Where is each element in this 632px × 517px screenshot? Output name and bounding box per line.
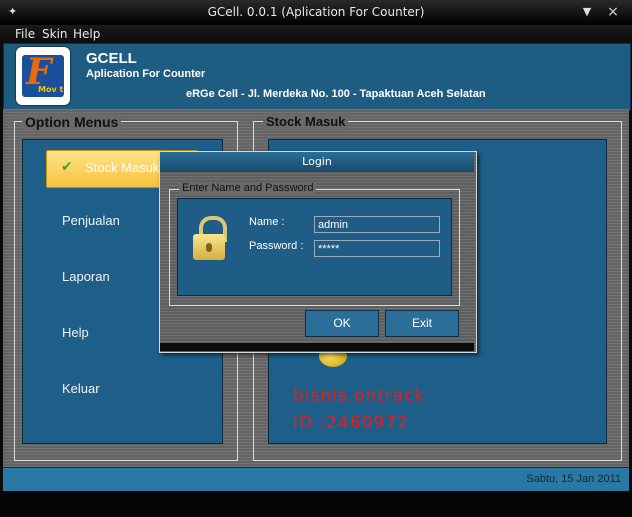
app-header: F Mov t GCELL Aplication For Counter eRG…	[3, 43, 631, 111]
gcell-logo: F Mov t	[16, 47, 70, 105]
menu-help[interactable]: Help	[73, 27, 100, 41]
check-icon: ✔	[61, 159, 73, 175]
name-label: Name :	[249, 216, 285, 228]
ok-button[interactable]: OK	[305, 310, 379, 337]
option-menus-label: Option Menus	[22, 114, 122, 130]
watermark-line2: ID :2460972	[293, 413, 409, 433]
password-label: Password :	[249, 240, 304, 252]
login-group-label: Enter Name and Password	[179, 182, 317, 194]
menu-bar: File Skin Help	[0, 25, 632, 43]
dialog-bottom-edge	[160, 343, 474, 351]
status-date: Sabtu, 15 Jan 2011	[526, 473, 621, 485]
watermark-line1: bisnis.ontrack	[293, 386, 426, 406]
menu-item-laporan[interactable]: Laporan	[62, 269, 110, 284]
menu-skin[interactable]: Skin	[42, 27, 68, 41]
title-bar: ✦ GCell. 0.0.1 (Aplication For Counter) …	[0, 0, 632, 26]
logo-caption: Mov t	[38, 85, 64, 94]
window-title: GCell. 0.0.1 (Aplication For Counter)	[207, 5, 425, 19]
menu-item-penjualan[interactable]: Penjualan	[62, 213, 120, 228]
app-title: GCELL	[86, 50, 137, 67]
menu-item-help[interactable]: Help	[62, 325, 89, 340]
menu-item-label: Stock Masuk	[85, 160, 160, 175]
exit-button[interactable]: Exit	[385, 310, 459, 337]
close-icon[interactable]: ×	[604, 3, 622, 21]
bottom-strip	[0, 491, 632, 517]
store-address: eRGe Cell - Jl. Merdeka No. 100 - Tapakt…	[186, 88, 486, 100]
minimize-icon[interactable]: ▼	[578, 3, 596, 21]
menu-item-keluar[interactable]: Keluar	[62, 381, 100, 396]
menu-file[interactable]: File	[15, 27, 35, 41]
name-input[interactable]: admin	[314, 216, 440, 233]
lock-icon	[193, 216, 227, 260]
app-subtitle: Aplication For Counter	[86, 68, 206, 80]
password-input[interactable]: *****	[314, 240, 440, 257]
stock-masuk-label: Stock Masuk	[263, 114, 349, 129]
login-dialog-title[interactable]: Login	[160, 152, 474, 172]
status-bar: Sabtu, 15 Jan 2011	[3, 467, 629, 492]
